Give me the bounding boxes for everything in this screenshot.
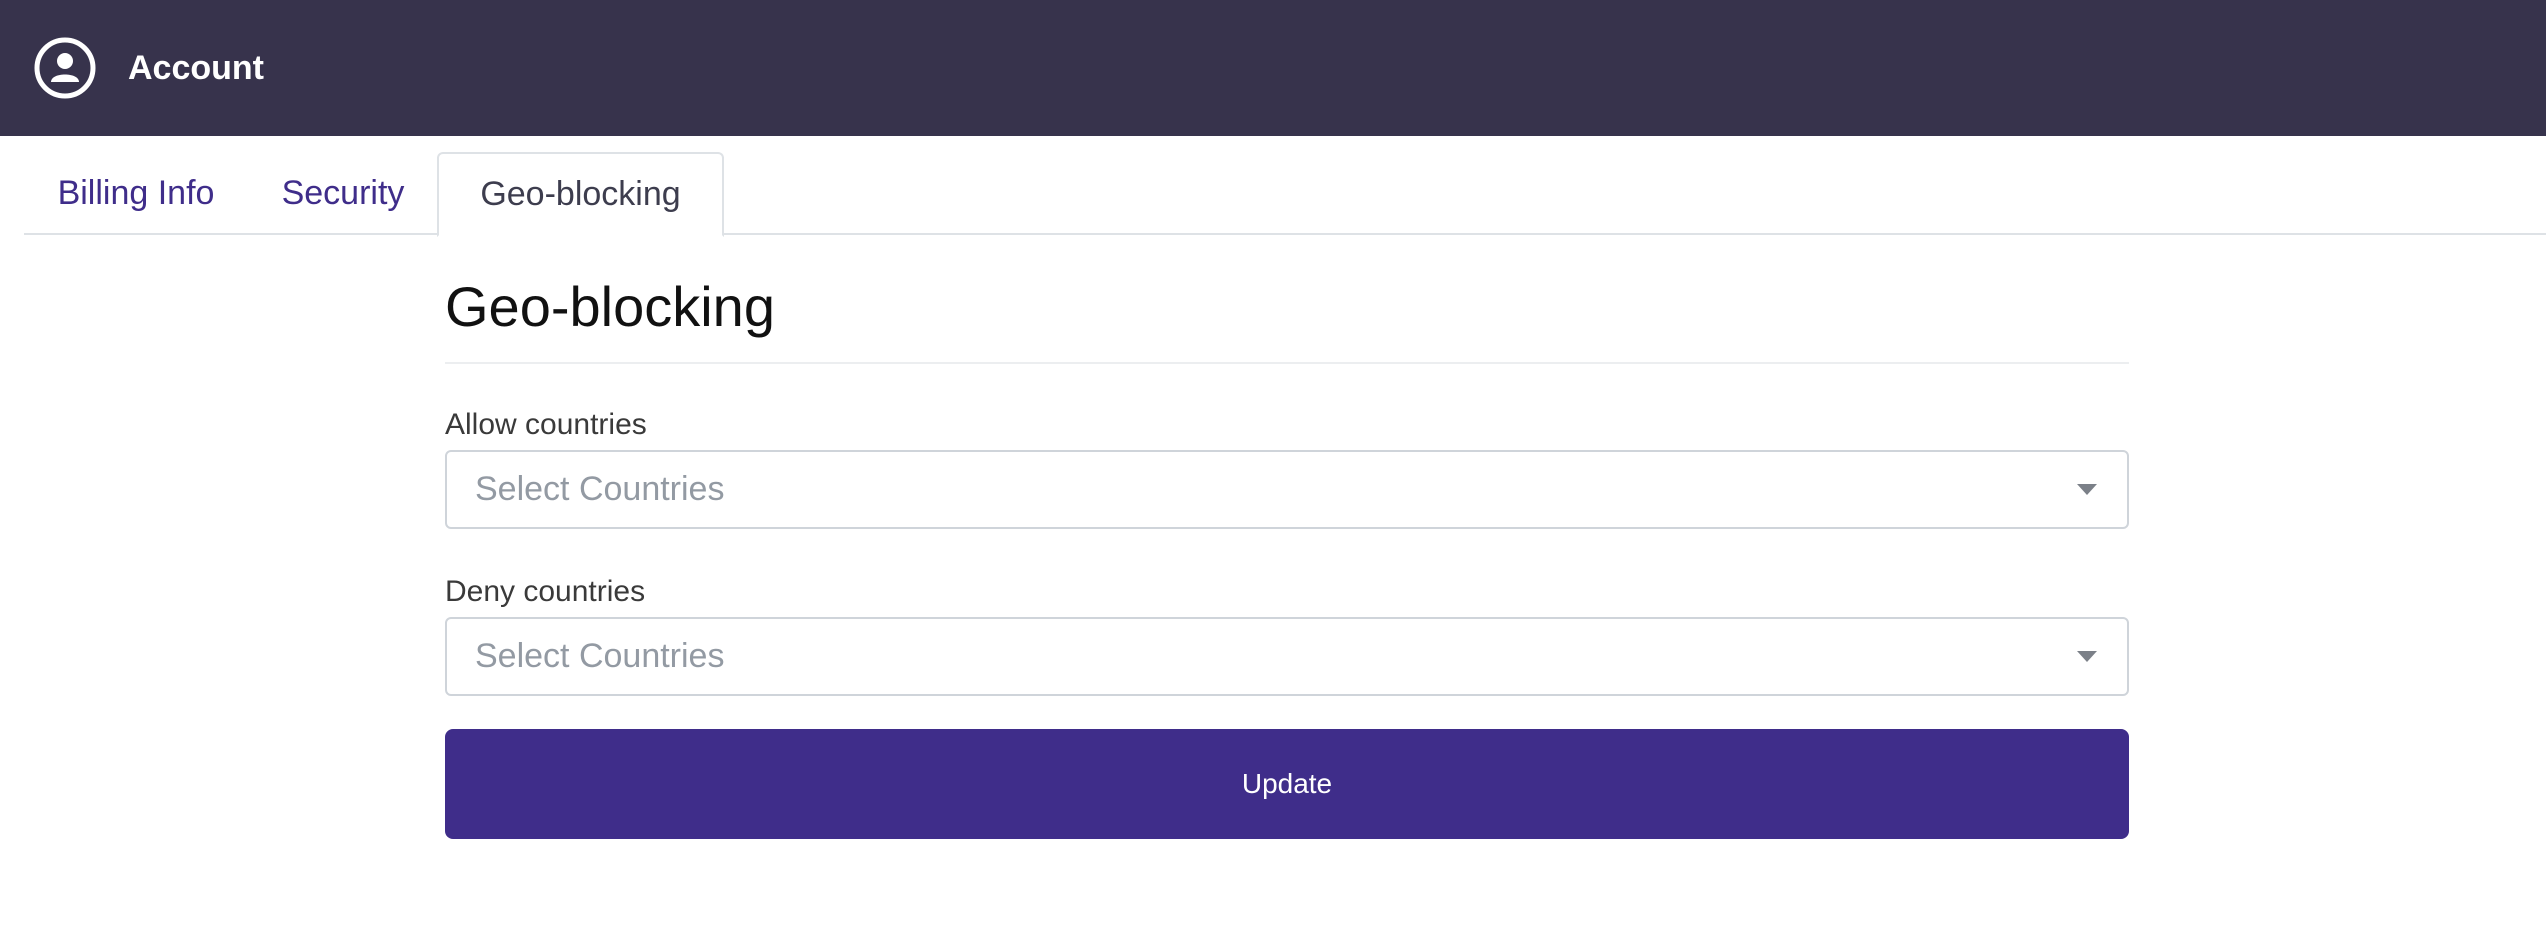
allow-countries-select[interactable]: Select Countries (445, 450, 2129, 530)
page-title: Geo-blocking (445, 275, 775, 338)
tab-security[interactable]: Security (248, 152, 438, 235)
deny-countries-placeholder: Select Countries (475, 637, 725, 676)
chevron-down-icon (2077, 484, 2097, 496)
tab-geo-blocking[interactable]: Geo-blocking (437, 152, 724, 237)
app-title: Account (128, 48, 264, 87)
update-button[interactable]: Update (445, 729, 2129, 840)
geo-blocking-panel: Geo-blocking Allow countries Select Coun… (445, 235, 2129, 840)
tab-billing-info[interactable]: Billing Info (24, 152, 248, 235)
title-divider (445, 362, 2129, 365)
allow-countries-label: Allow countries (445, 408, 647, 442)
deny-countries-select[interactable]: Select Countries (445, 617, 2129, 697)
user-circle-icon (32, 35, 98, 101)
deny-countries-label: Deny countries (445, 575, 646, 609)
chevron-down-icon (2077, 651, 2097, 663)
tab-bar: Billing Info Security Geo-blocking (24, 136, 2546, 237)
allow-countries-placeholder: Select Countries (475, 470, 725, 509)
top-bar: Account (0, 0, 2546, 136)
